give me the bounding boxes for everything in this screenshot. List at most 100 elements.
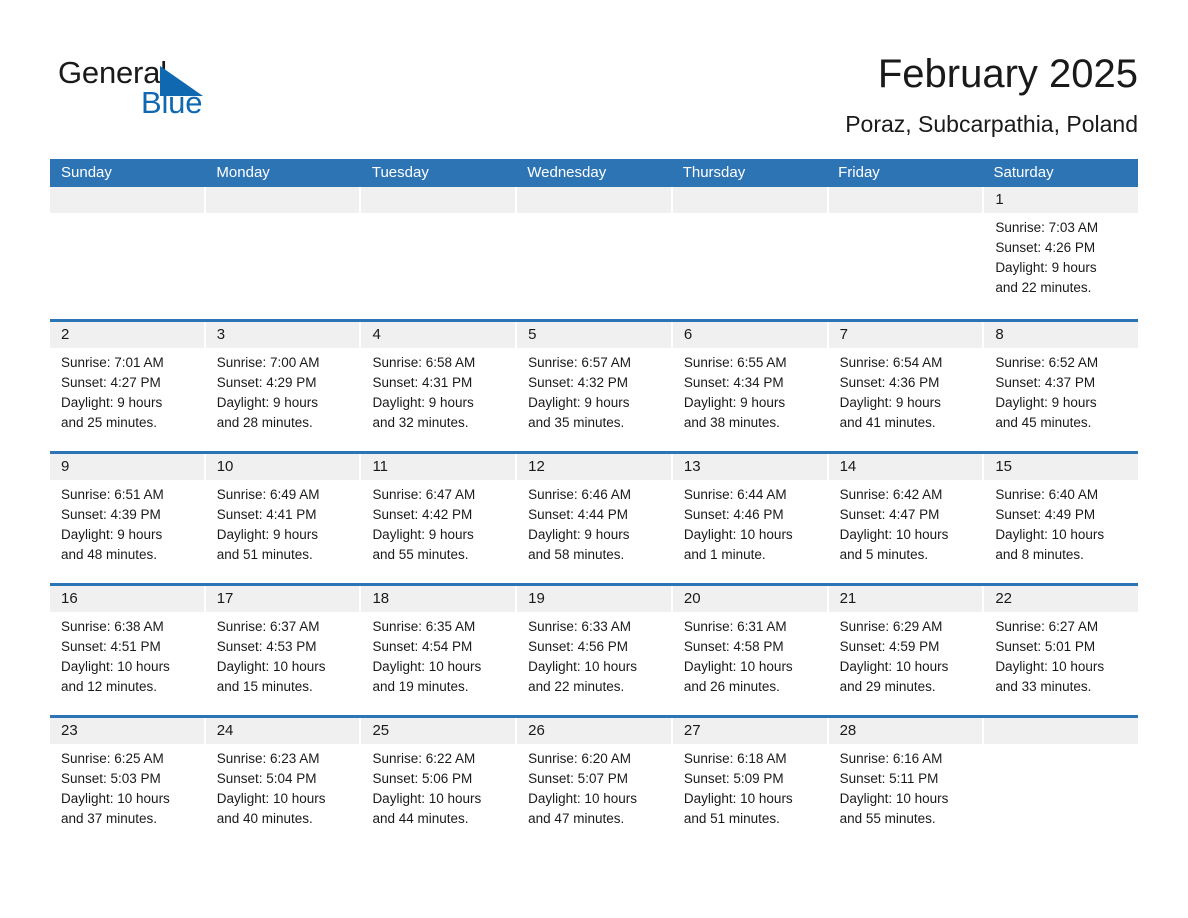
sunset-text: Sunset: 5:06 PM (372, 771, 473, 786)
day-cell-empty (361, 187, 518, 319)
daylight-text-line2: and 15 minutes. (216, 679, 313, 694)
daylight-text-line1: Daylight: 10 hours (61, 791, 170, 806)
daylight-text-line2: and 22 minutes. (995, 280, 1092, 295)
day-cell[interactable]: 3 Sunrise: 7:00 AM Sunset: 4:29 PM Daylight… (205, 322, 362, 451)
sunset-text: Sunset: 5:09 PM (683, 771, 784, 786)
day-cell[interactable]: 17 Sunrise: 6:37 AM Sunset: 4:53 PM Dayligh… (205, 586, 362, 715)
daylight-text-line2: and 1 minute. (683, 547, 766, 562)
sunrise-text: Sunrise: 6:25 AM (61, 751, 164, 766)
day-cell[interactable]: 9 Sunrise: 6:51 AM Sunset: 4:39 PM Daylight… (50, 454, 206, 583)
sunrise-text: Sunrise: 6:31 AM (683, 619, 787, 634)
daylight-text-line2: and 19 minutes. (372, 679, 469, 694)
daylight-text-line1: Daylight: 9 hours (683, 395, 786, 410)
day-cell[interactable]: 18 Sunrise: 6:35 AM Sunset: 4:54 PM Dayligh… (361, 586, 518, 715)
day-details: Sunrise: 7:03 AM Sunset: 4:26 PM Daylight:… (984, 213, 1138, 298)
day-cell[interactable]: 26 Sunrise: 6:20 AM Sunset: 5:07 PM Dayligh… (517, 718, 673, 847)
calendar-page: General Blue February 2025 Poraz, Subcar… (0, 0, 1188, 918)
logo-text-blue: Blue (141, 85, 203, 120)
weekday-wednesday: Wednesday (527, 164, 607, 181)
sunset-text: Sunset: 4:27 PM (61, 375, 161, 390)
daylight-text-line1: Daylight: 10 hours (683, 527, 793, 542)
day-cell[interactable]: 22 Sunrise: 6:27 AM Sunset: 5:01 PM Dayligh… (984, 586, 1139, 715)
day-cell[interactable]: 24 Sunrise: 6:23 AM Sunset: 5:04 PM Dayligh… (205, 718, 362, 847)
sunset-text: Sunset: 4:29 PM (216, 375, 317, 390)
day-cell-empty (205, 187, 362, 319)
day-number: 13 (672, 454, 827, 480)
day-details: Sunrise: 6:40 AM Sunset: 4:49 PM Daylight:… (984, 480, 1138, 565)
daylight-text-line2: and 35 minutes. (528, 415, 625, 430)
calendar-grid: Sunday Monday Tuesday Wednesday Thursday… (50, 159, 1139, 847)
day-cell[interactable]: 1 Sunrise: 7:03 AM Sunset: 4:26 PM Daylight… (984, 187, 1139, 319)
day-number: 27 (672, 718, 827, 744)
daylight-text-line1: Daylight: 9 hours (528, 527, 630, 542)
sunrise-text: Sunrise: 6:35 AM (372, 619, 476, 634)
week-row: 23 Sunrise: 6:25 AM Sunset: 5:03 PM Dayligh… (50, 715, 1139, 847)
day-cell[interactable]: 7 Sunrise: 6:54 AM Sunset: 4:36 PM Daylight… (828, 322, 985, 451)
day-cell[interactable]: 5 Sunrise: 6:57 AM Sunset: 4:32 PM Daylight… (517, 322, 673, 451)
daylight-text-line2: and 55 minutes. (372, 547, 469, 562)
sunset-text: Sunset: 4:44 PM (528, 507, 628, 522)
sunrise-text: Sunrise: 7:01 AM (61, 355, 164, 370)
day-cell[interactable]: 16 Sunrise: 6:38 AM Sunset: 4:51 PM Dayligh… (50, 586, 206, 715)
daylight-text-line1: Daylight: 10 hours (839, 659, 949, 674)
daylight-text-line2: and 5 minutes. (839, 547, 929, 562)
daylight-text-line2: and 51 minutes. (216, 547, 313, 562)
sunset-text: Sunset: 4:56 PM (528, 639, 628, 654)
daylight-text-line1: Daylight: 10 hours (683, 791, 793, 806)
week-row: 2 Sunrise: 7:01 AM Sunset: 4:27 PM Daylight… (50, 319, 1139, 451)
day-cell[interactable]: 4 Sunrise: 6:58 AM Sunset: 4:31 PM Daylight… (361, 322, 518, 451)
daylight-text-line2: and 33 minutes. (995, 679, 1092, 694)
sunset-text: Sunset: 5:11 PM (839, 771, 939, 786)
day-cell[interactable]: 19 Sunrise: 6:33 AM Sunset: 4:56 PM Dayligh… (517, 586, 673, 715)
day-details: Sunrise: 6:57 AM Sunset: 4:32 PM Daylight:… (517, 348, 671, 433)
day-cell[interactable]: 25 Sunrise: 6:22 AM Sunset: 5:06 PM Dayligh… (361, 718, 518, 847)
daylight-text-line1: Daylight: 9 hours (528, 395, 630, 410)
day-cell[interactable]: 20 Sunrise: 6:31 AM Sunset: 4:58 PM Dayligh… (672, 586, 829, 715)
sunset-text: Sunset: 5:01 PM (995, 639, 1096, 654)
daylight-text-line1: Daylight: 10 hours (528, 791, 637, 806)
day-cell[interactable]: 10 Sunrise: 6:49 AM Sunset: 4:41 PM Dayligh… (205, 454, 362, 583)
day-cell[interactable]: 13 Sunrise: 6:44 AM Sunset: 4:46 PM Dayligh… (672, 454, 829, 583)
day-cell[interactable]: 28 Sunrise: 6:16 AM Sunset: 5:11 PM Dayligh… (828, 718, 985, 847)
day-details: Sunrise: 6:46 AM Sunset: 4:44 PM Daylight:… (517, 480, 671, 565)
daylight-text-line2: and 55 minutes. (839, 811, 936, 826)
day-cell-empty (672, 187, 829, 319)
week-row: 16 Sunrise: 6:38 AM Sunset: 4:51 PM Dayligh… (50, 583, 1139, 715)
day-cell[interactable]: 15 Sunrise: 6:40 AM Sunset: 4:49 PM Dayligh… (984, 454, 1139, 583)
day-details: Sunrise: 6:29 AM Sunset: 4:59 PM Daylight:… (829, 612, 983, 697)
sunrise-text: Sunrise: 6:22 AM (372, 751, 476, 766)
weekday-header-row: Sunday Monday Tuesday Wednesday Thursday… (50, 159, 1138, 187)
weekday-tuesday: Tuesday (371, 164, 429, 181)
day-cell[interactable]: 2 Sunrise: 7:01 AM Sunset: 4:27 PM Daylight… (50, 322, 206, 451)
day-number: 26 (517, 718, 671, 744)
day-details: Sunrise: 6:25 AM Sunset: 5:03 PM Daylight:… (50, 744, 204, 829)
sunset-text: Sunset: 4:36 PM (839, 375, 940, 390)
day-cell[interactable]: 6 Sunrise: 6:55 AM Sunset: 4:34 PM Daylight… (672, 322, 829, 451)
day-number: 18 (361, 586, 516, 612)
day-details: Sunrise: 6:35 AM Sunset: 4:54 PM Daylight:… (361, 612, 515, 697)
daylight-text-line1: Daylight: 10 hours (372, 659, 482, 674)
daylight-text-line2: and 25 minutes. (61, 415, 158, 430)
day-details: Sunrise: 6:18 AM Sunset: 5:09 PM Daylight:… (673, 744, 827, 829)
generalblue-logo[interactable]: General Blue (58, 54, 268, 134)
day-cell[interactable]: 12 Sunrise: 6:46 AM Sunset: 4:44 PM Dayligh… (517, 454, 673, 583)
sunset-text: Sunset: 4:34 PM (683, 375, 784, 390)
day-cell[interactable]: 27 Sunrise: 6:18 AM Sunset: 5:09 PM Dayligh… (672, 718, 829, 847)
weekday-thursday: Thursday (682, 164, 746, 181)
day-details: Sunrise: 6:52 AM Sunset: 4:37 PM Daylight:… (984, 348, 1138, 433)
sunrise-text: Sunrise: 6:51 AM (61, 487, 164, 502)
daylight-text-line1: Daylight: 9 hours (61, 395, 163, 410)
daylight-text-line2: and 51 minutes. (683, 811, 780, 826)
daylight-text-line1: Daylight: 10 hours (528, 659, 637, 674)
day-cell-empty (50, 187, 206, 319)
day-details: Sunrise: 6:33 AM Sunset: 4:56 PM Daylight:… (517, 612, 671, 697)
sunrise-text: Sunrise: 6:47 AM (372, 487, 476, 502)
day-cell[interactable]: 23 Sunrise: 6:25 AM Sunset: 5:03 PM Dayligh… (50, 718, 206, 847)
sunset-text: Sunset: 4:53 PM (216, 639, 317, 654)
sunset-text: Sunset: 5:04 PM (216, 771, 317, 786)
day-cell[interactable]: 21 Sunrise: 6:29 AM Sunset: 4:59 PM Dayligh… (828, 586, 985, 715)
day-cell[interactable]: 14 Sunrise: 6:42 AM Sunset: 4:47 PM Dayligh… (828, 454, 985, 583)
daylight-text-line1: Daylight: 10 hours (839, 791, 949, 806)
day-cell[interactable]: 11 Sunrise: 6:47 AM Sunset: 4:42 PM Dayligh… (361, 454, 518, 583)
day-cell[interactable]: 8 Sunrise: 6:52 AM Sunset: 4:37 PM Daylight… (984, 322, 1139, 451)
